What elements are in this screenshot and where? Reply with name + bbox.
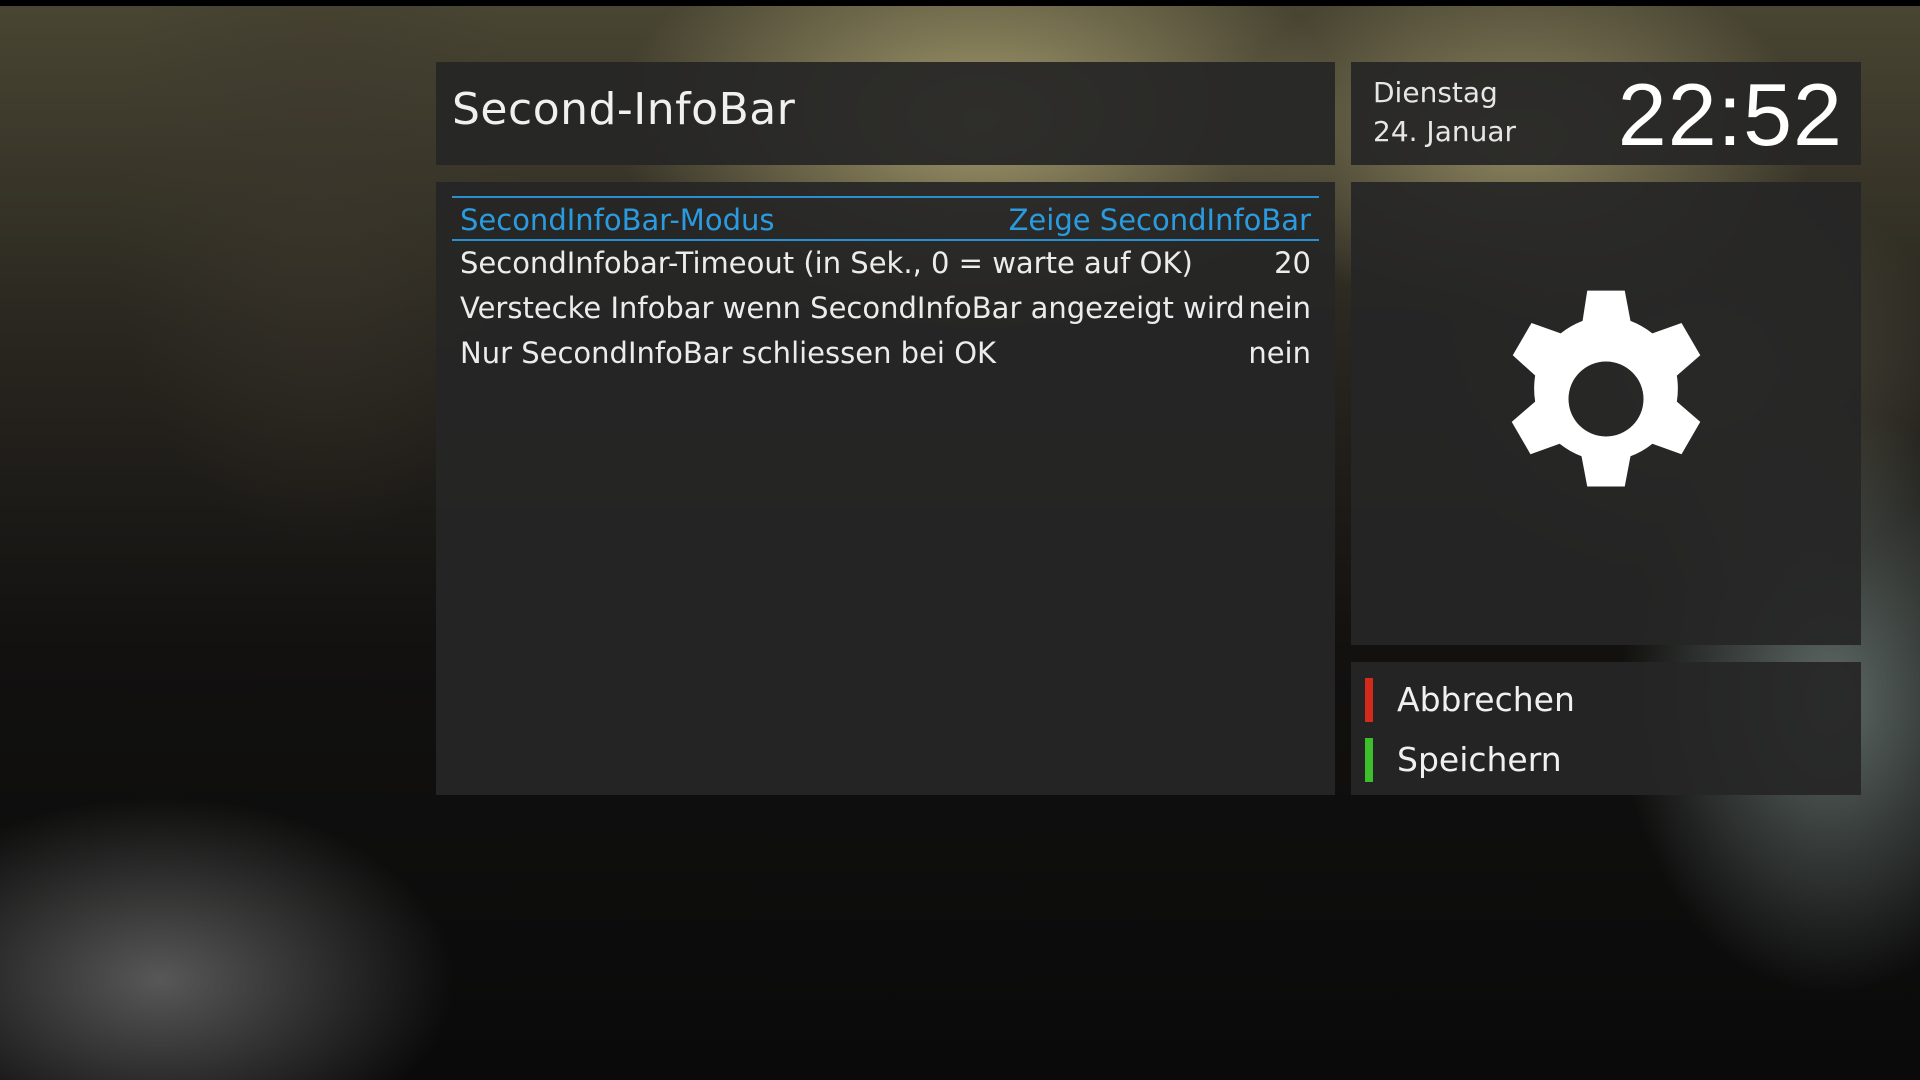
page-title: Second-InfoBar: [452, 84, 796, 135]
config-row-secondinfobar-mode[interactable]: SecondInfoBar-Modus Zeige SecondInfoBar: [452, 196, 1319, 241]
screen: Second-InfoBar Dienstag 24. Januar 22:52…: [0, 0, 1920, 1080]
config-row-label: Nur SecondInfoBar schliessen bei OK: [460, 336, 997, 370]
config-row-close-on-ok[interactable]: Nur SecondInfoBar schliessen bei OK nein: [452, 331, 1319, 376]
save-button[interactable]: Speichern: [1365, 736, 1845, 784]
cancel-button[interactable]: Abbrechen: [1365, 676, 1845, 724]
config-row-value[interactable]: nein: [1248, 336, 1311, 370]
green-key-indicator: [1365, 738, 1373, 782]
config-row-label: SecondInfoBar-Modus: [460, 203, 775, 237]
clock-weekday: Dienstag: [1373, 76, 1498, 109]
config-row-value[interactable]: nein: [1248, 291, 1311, 325]
color-key-panel: Abbrechen Speichern: [1351, 662, 1861, 795]
config-row-label: Verstecke Infobar wenn SecondInfoBar ang…: [460, 291, 1245, 325]
save-button-label: Speichern: [1397, 740, 1562, 779]
cancel-button-label: Abbrechen: [1397, 680, 1575, 719]
clock-time: 22:52: [1617, 65, 1843, 164]
clock-date: 24. Januar: [1373, 115, 1517, 148]
red-key-indicator: [1365, 678, 1373, 722]
title-panel: Second-InfoBar: [436, 62, 1335, 165]
config-row-value[interactable]: Zeige SecondInfoBar: [1009, 203, 1311, 237]
config-list-panel: SecondInfoBar-Modus Zeige SecondInfoBar …: [436, 182, 1335, 795]
config-row-label: SecondInfobar-Timeout (in Sek., 0 = wart…: [460, 246, 1193, 280]
clock-panel: Dienstag 24. Januar 22:52: [1351, 62, 1861, 165]
config-list: SecondInfoBar-Modus Zeige SecondInfoBar …: [452, 196, 1319, 376]
setup-icon-panel: [1351, 182, 1861, 645]
config-row-timeout[interactable]: SecondInfobar-Timeout (in Sek., 0 = wart…: [452, 241, 1319, 286]
config-row-value[interactable]: 20: [1274, 246, 1311, 280]
gear-icon: [1511, 290, 1701, 487]
config-row-hide-infobar[interactable]: Verstecke Infobar wenn SecondInfoBar ang…: [452, 286, 1319, 331]
top-edge: [0, 0, 1920, 6]
